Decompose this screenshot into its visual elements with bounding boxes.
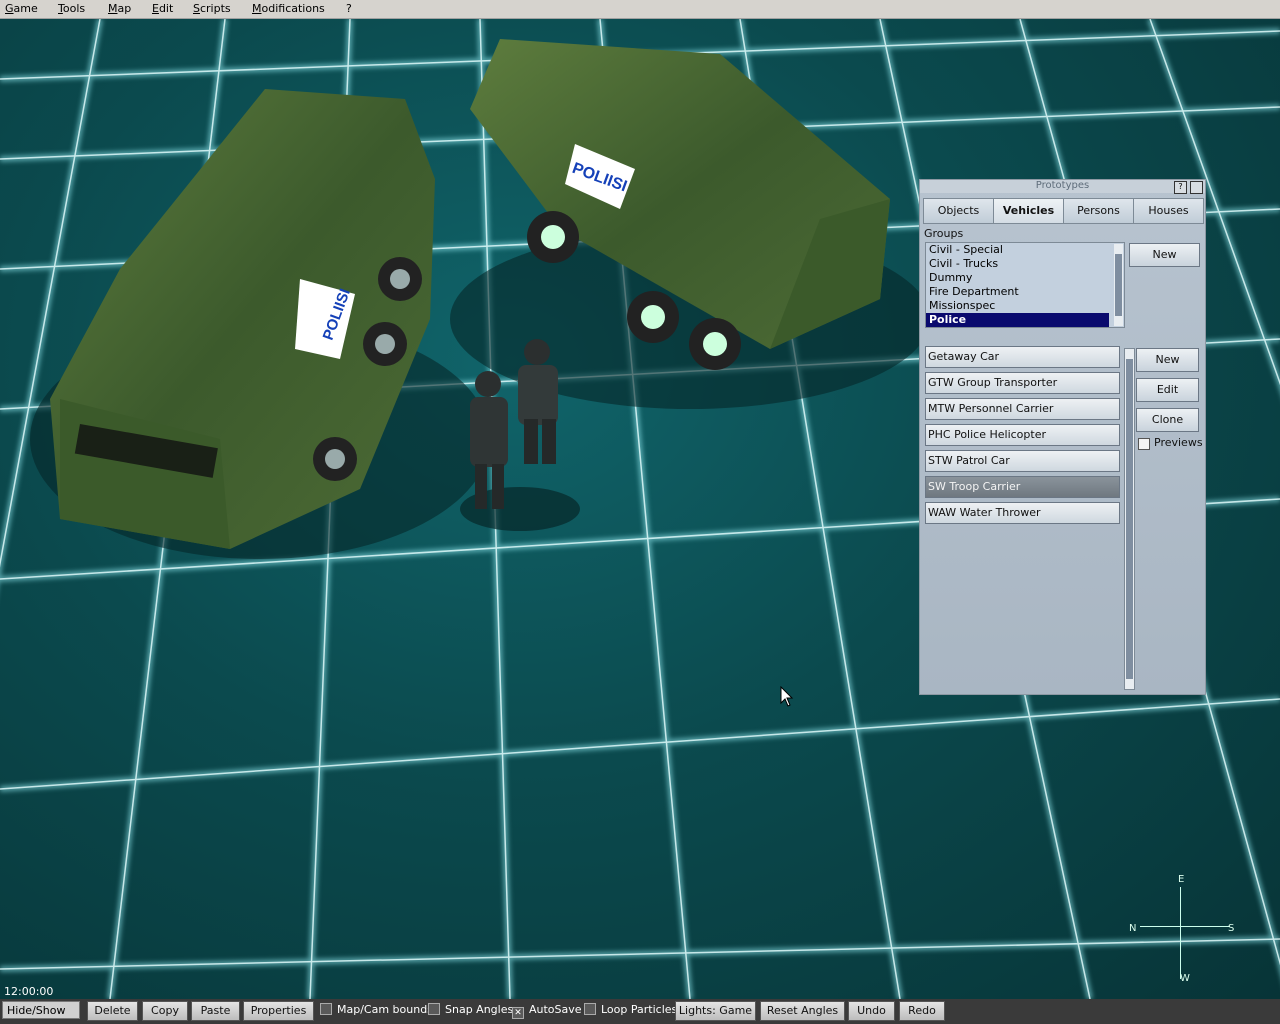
menu-tools[interactable]: Tools	[58, 2, 85, 15]
autosave-toggle[interactable]: ✕ AutoSave	[512, 1003, 582, 1019]
autosave-label: AutoSave	[529, 1003, 582, 1016]
prototype-item[interactable]: STW Patrol Car	[925, 450, 1120, 472]
compass-e: E	[1178, 874, 1185, 885]
armored-vehicle-left: POLIISI	[30, 89, 490, 559]
checkbox-icon[interactable]	[584, 1003, 596, 1015]
group-item[interactable]: Civil - Trucks	[926, 257, 1109, 271]
prototypes-scrollbar[interactable]	[1124, 348, 1135, 690]
map-cam-bounds-toggle[interactable]: Map/Cam bounds	[320, 1003, 433, 1016]
group-item[interactable]: Fire Department	[926, 285, 1109, 299]
close-icon[interactable]	[1190, 181, 1203, 194]
undo-button[interactable]: Undo	[848, 1001, 895, 1021]
clone-prototype-button[interactable]: Clone	[1136, 408, 1199, 432]
game-time: 12:00:00	[4, 985, 54, 998]
checkbox-icon[interactable]	[428, 1003, 440, 1015]
redo-button[interactable]: Redo	[899, 1001, 945, 1021]
prototype-item[interactable]: GTW Group Transporter	[925, 372, 1120, 394]
groups-scrollbar[interactable]	[1114, 244, 1123, 326]
tab-houses[interactable]: Houses	[1133, 198, 1204, 224]
new-prototype-button[interactable]: New	[1136, 348, 1199, 372]
prototype-item[interactable]: PHC Police Helicopter	[925, 424, 1120, 446]
group-item[interactable]: Civil - Special	[926, 243, 1109, 257]
groups-list[interactable]: Civil - Special Civil - Trucks Dummy Fir…	[925, 242, 1125, 328]
menu-bar: Game Tools Map Edit Scripts Modification…	[0, 0, 1280, 19]
tab-persons[interactable]: Persons	[1063, 198, 1134, 224]
reset-angles-button[interactable]: Reset Angles	[760, 1001, 845, 1021]
group-item[interactable]: Missionspec	[926, 299, 1109, 313]
prototype-item-selected[interactable]: SW Troop Carrier	[925, 476, 1120, 498]
tab-objects[interactable]: Objects	[923, 198, 994, 224]
menu-edit[interactable]: Edit	[152, 2, 173, 15]
scroll-thumb[interactable]	[1115, 254, 1122, 316]
properties-button[interactable]: Properties	[243, 1001, 314, 1021]
snap-angles-toggle[interactable]: Snap Angles	[428, 1003, 513, 1016]
compass-w: W	[1180, 973, 1190, 984]
scroll-thumb[interactable]	[1126, 359, 1133, 679]
mouse-cursor-icon	[780, 686, 794, 707]
compass-n: N	[1129, 923, 1137, 934]
loop-particles-toggle[interactable]: Loop Particles	[584, 1003, 677, 1016]
checkbox-icon[interactable]	[320, 1003, 332, 1015]
paste-button[interactable]: Paste	[191, 1001, 240, 1021]
panel-title: Prototypes	[920, 180, 1205, 193]
menu-map[interactable]: Map	[108, 2, 131, 15]
group-new-button[interactable]: New	[1129, 243, 1200, 267]
bottom-toolbar: Hide/Show Delete Copy Paste Properties M…	[0, 999, 1280, 1024]
edit-prototype-button[interactable]: Edit	[1136, 378, 1199, 402]
groups-label: Groups	[924, 227, 964, 240]
map-cam-bounds-label: Map/Cam bounds	[337, 1003, 433, 1016]
checkbox-checked-icon[interactable]: ✕	[512, 1007, 524, 1019]
copy-button[interactable]: Copy	[142, 1001, 188, 1021]
group-item[interactable]: Dummy	[926, 271, 1109, 285]
prototype-item[interactable]: WAW Water Thrower	[925, 502, 1120, 524]
armored-vehicle-right: POLIISI	[450, 39, 930, 409]
menu-modifications[interactable]: Modifications	[252, 2, 325, 15]
snap-angles-label: Snap Angles	[445, 1003, 514, 1016]
lights-button[interactable]: Lights: Game	[675, 1001, 756, 1021]
prototype-item[interactable]: MTW Personnel Carrier	[925, 398, 1120, 420]
loop-particles-label: Loop Particles	[601, 1003, 678, 1016]
help-icon[interactable]: ?	[1174, 181, 1187, 194]
previews-checkbox[interactable]	[1138, 438, 1150, 450]
hide-show-dropdown[interactable]: Hide/Show	[2, 1001, 80, 1019]
menu-help[interactable]: ?	[346, 2, 352, 15]
prototype-item[interactable]: Getaway Car	[925, 346, 1120, 368]
tab-vehicles[interactable]: Vehicles	[993, 198, 1064, 224]
delete-button[interactable]: Delete	[87, 1001, 138, 1021]
compass-s: S	[1228, 923, 1235, 934]
menu-scripts[interactable]: Scripts	[193, 2, 231, 15]
prototypes-panel: Prototypes ? Objects Vehicles Persons Ho…	[919, 179, 1206, 695]
group-item-selected[interactable]: Police	[926, 313, 1109, 327]
menu-game[interactable]: Game	[5, 2, 38, 15]
previews-label: Previews	[1154, 436, 1203, 449]
